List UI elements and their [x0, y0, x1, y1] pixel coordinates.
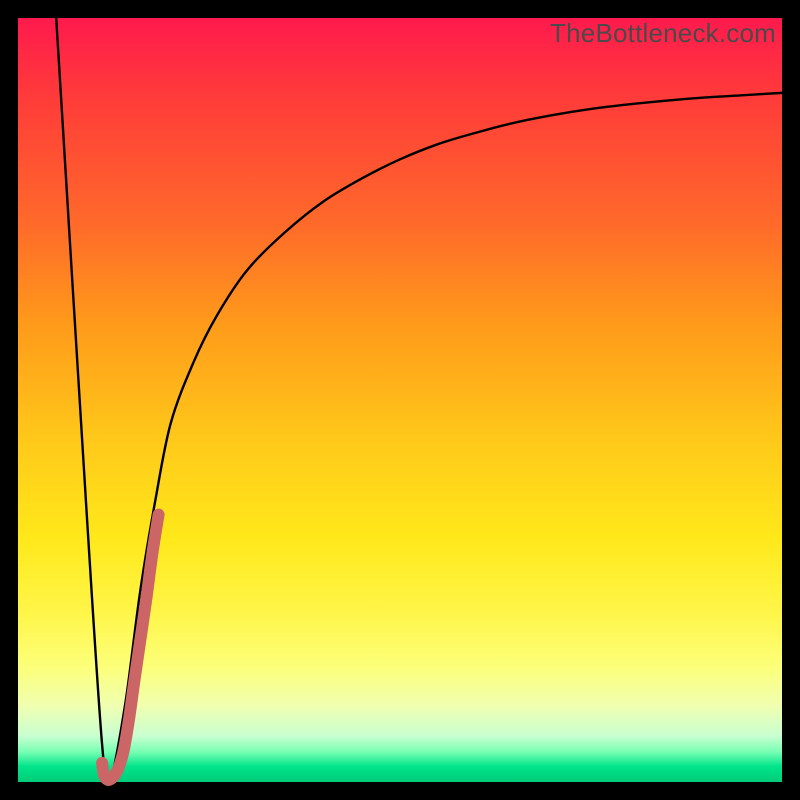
accent-hook — [102, 515, 159, 780]
curve-layer — [18, 18, 782, 782]
chart-frame: TheBottleneck.com — [0, 0, 800, 800]
main-curve — [56, 18, 782, 785]
plot-area: TheBottleneck.com — [18, 18, 782, 782]
